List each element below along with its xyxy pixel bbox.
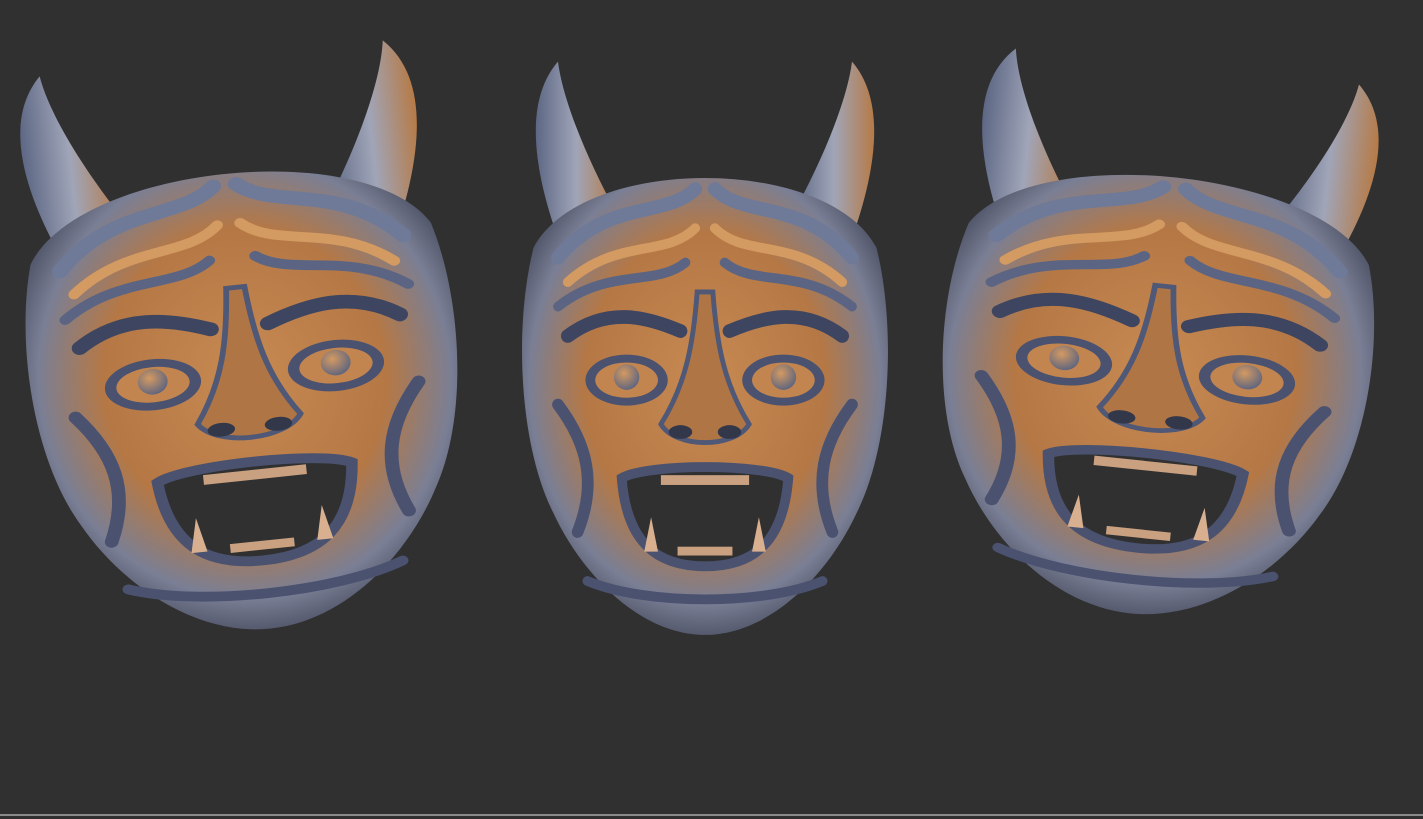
hannya-mask-front[interactable]	[522, 62, 888, 635]
viewport-bottom-border	[0, 814, 1423, 816]
3d-viewport[interactable]	[0, 0, 1423, 814]
hannya-mask-three-quarter-right[interactable]	[916, 44, 1401, 636]
hannya-mask-three-quarter-left[interactable]	[0, 36, 485, 651]
